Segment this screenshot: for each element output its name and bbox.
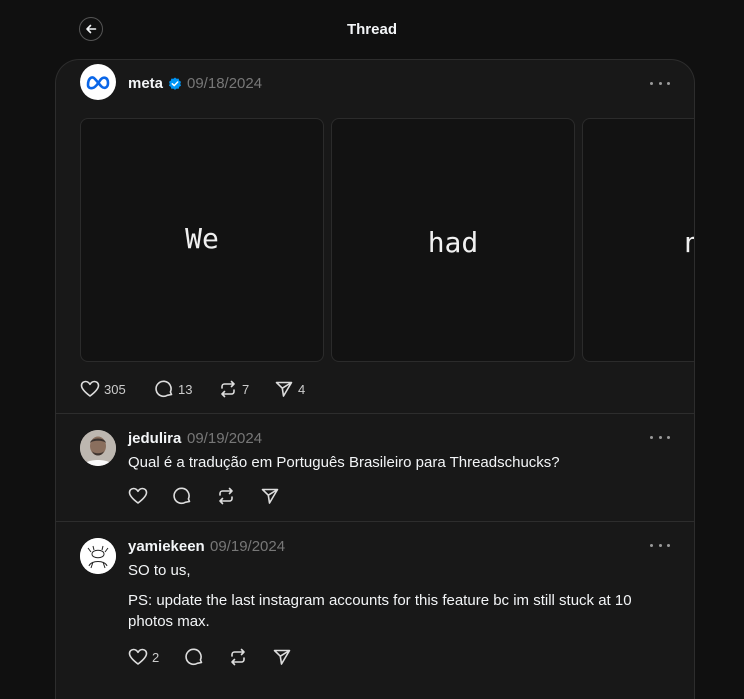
repost-button[interactable]: 7 <box>218 378 249 400</box>
slide-text: n <box>684 226 694 259</box>
reply-button[interactable] <box>172 485 192 507</box>
share-button[interactable] <box>260 485 280 507</box>
carousel-slide[interactable]: n <box>582 118 694 362</box>
like-button[interactable] <box>128 485 148 507</box>
send-icon <box>275 381 293 397</box>
reply-count: 13 <box>178 381 193 397</box>
comment-icon <box>155 380 173 398</box>
heart-icon <box>80 380 100 397</box>
reply-date: 09/19/2024 <box>210 538 286 555</box>
reply-button[interactable] <box>184 646 204 668</box>
repost-icon <box>219 487 233 505</box>
reply-button[interactable]: 13 <box>154 378 192 400</box>
like-count: 2 <box>152 649 160 665</box>
comment-icon <box>185 648 203 666</box>
heart-icon <box>128 648 148 665</box>
heart-icon <box>128 487 148 504</box>
thread-panel: meta 09/18/2024 We had n 305 <box>55 59 695 699</box>
avatar[interactable] <box>80 430 116 466</box>
divider <box>56 521 694 522</box>
more-options-icon[interactable] <box>650 78 670 88</box>
share-button[interactable] <box>272 646 292 668</box>
reply-actions: 2 <box>128 646 328 668</box>
user-sketch-avatar-icon <box>80 538 116 574</box>
repost-button[interactable] <box>216 485 236 507</box>
share-button[interactable]: 4 <box>274 378 305 400</box>
more-options-icon[interactable] <box>650 432 670 442</box>
share-count: 4 <box>298 381 306 397</box>
reply-text: SO to us, <box>128 562 191 579</box>
reply-text: PS: update the last instagram accounts f… <box>128 592 632 630</box>
repost-button[interactable] <box>228 646 248 668</box>
carousel-slide[interactable]: We <box>80 118 324 362</box>
avatar[interactable] <box>80 64 116 100</box>
like-count: 305 <box>104 381 126 397</box>
reply-actions <box>128 485 328 507</box>
avatar[interactable] <box>80 538 116 574</box>
page-title: Thread <box>346 21 397 38</box>
slide-text: We <box>185 222 219 255</box>
comment-icon <box>173 487 191 505</box>
like-button[interactable]: 2 <box>128 646 159 668</box>
carousel-slide[interactable]: had <box>331 118 575 362</box>
user-photo-icon <box>80 430 116 466</box>
reply-username[interactable]: yamiekeen <box>128 538 205 555</box>
post-username[interactable]: meta <box>128 75 163 92</box>
more-options-icon[interactable] <box>650 540 670 550</box>
repost-count: 7 <box>242 381 250 397</box>
send-icon <box>261 488 279 504</box>
repost-icon <box>231 648 245 666</box>
media-carousel[interactable]: We had n <box>80 118 694 364</box>
like-button[interactable]: 305 <box>80 378 126 400</box>
send-icon <box>273 649 291 665</box>
repost-icon <box>221 380 235 398</box>
meta-logo-icon <box>86 76 110 90</box>
post-actions: 305 13 7 4 <box>80 378 380 400</box>
reply-text: Qual é a tradução em Português Brasileir… <box>128 454 560 471</box>
top-bar: Thread <box>0 0 744 60</box>
reply-date: 09/19/2024 <box>187 430 263 447</box>
reply-username[interactable]: jedulira <box>128 430 181 447</box>
slide-text: had <box>427 226 479 259</box>
post-date: 09/18/2024 <box>187 75 263 92</box>
verified-badge-icon <box>169 77 181 90</box>
divider <box>56 413 694 414</box>
